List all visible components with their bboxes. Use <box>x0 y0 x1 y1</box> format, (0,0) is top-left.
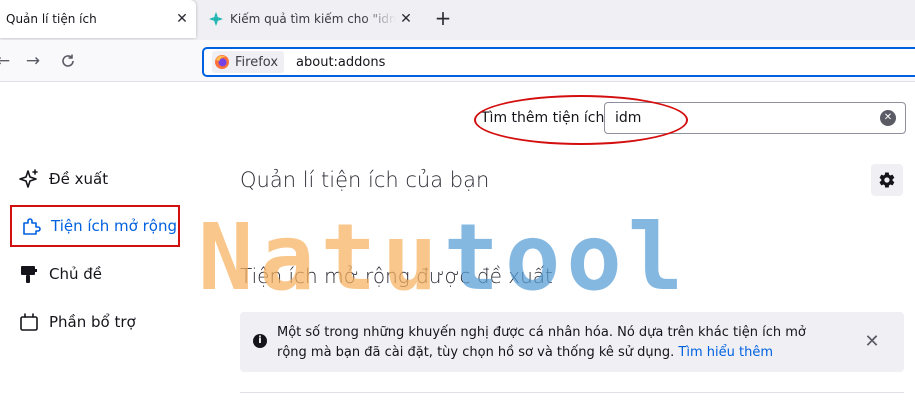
tab-strip: Quản lí tiện ích ✕ Kiếm quả tìm kiếm cho… <box>0 0 915 40</box>
watermark-part-1: Natu <box>198 204 444 311</box>
url-text: about:addons <box>296 54 386 70</box>
tools-menu-button[interactable] <box>871 164 903 196</box>
firefox-logo-icon <box>215 55 229 69</box>
back-arrow-icon[interactable]: ← <box>0 50 14 72</box>
puzzle-icon <box>23 218 41 235</box>
search-label: Tìm thêm tiện ích <box>481 110 605 126</box>
sidebar-item-recommendations[interactable]: Đề xuất <box>10 159 180 199</box>
sparkle-icon <box>19 169 38 188</box>
paintbrush-icon <box>21 266 37 283</box>
learn-more-link[interactable]: Tìm hiểu thêm <box>678 345 773 360</box>
new-tab-button[interactable]: + <box>432 8 454 30</box>
sidebar-item-plugins[interactable]: Phần bổ trợ <box>10 302 180 342</box>
sidebar-item-label: Chủ đề <box>49 265 103 283</box>
recommended-section-title: Tiện ích mở rộng được đề xuất <box>240 264 553 288</box>
watermark-part-2: tool <box>443 204 690 311</box>
gear-icon <box>879 172 895 188</box>
addon-search-input[interactable] <box>604 102 906 134</box>
sidebar-item-themes[interactable]: Chủ đề <box>10 254 180 294</box>
forward-arrow-icon[interactable]: → <box>22 50 44 72</box>
sidebar-item-extensions[interactable]: Tiện ích mở rộng <box>10 205 180 247</box>
plugin-icon <box>20 313 38 331</box>
notice-message: Một số trong những khuyến nghị được cá n… <box>277 323 837 363</box>
sidebar-item-label: Đề xuất <box>49 170 109 188</box>
url-bar[interactable]: Firefox about:addons <box>202 47 915 77</box>
navigation-bar: ← → Firefox about:addons <box>0 40 915 82</box>
page-title: Quản lí tiện ích của bạn <box>240 168 490 192</box>
watermark-logo: Natu tool <box>198 204 690 311</box>
tab-label: Kiếm quả tìm kiếm cho "idm" – … <box>230 12 396 26</box>
reload-icon[interactable] <box>57 50 79 72</box>
close-icon[interactable]: ✕ <box>172 9 192 29</box>
personalization-notice: i Một số trong những khuyến nghị được cá… <box>240 312 904 372</box>
tab-search-results[interactable]: Kiếm quả tìm kiếm cho "idm" – … ✕ <box>200 0 420 38</box>
identity-label: Firefox <box>235 54 279 70</box>
identity-box[interactable]: Firefox <box>212 51 285 73</box>
close-icon[interactable]: ✕ <box>396 9 416 29</box>
close-icon[interactable]: ✕ <box>862 332 882 352</box>
clear-search-icon[interactable]: ✕ <box>880 110 896 126</box>
info-icon: i <box>253 334 267 348</box>
divider <box>240 392 904 393</box>
sidebar-item-label: Tiện ích mở rộng <box>51 217 177 235</box>
tab-label: Quản lí tiện ích <box>6 12 97 26</box>
sidebar-item-label: Phần bổ trợ <box>49 313 136 331</box>
addon-favicon-icon <box>209 12 223 26</box>
tab-addons-manager[interactable]: Quản lí tiện ích ✕ <box>0 0 196 38</box>
